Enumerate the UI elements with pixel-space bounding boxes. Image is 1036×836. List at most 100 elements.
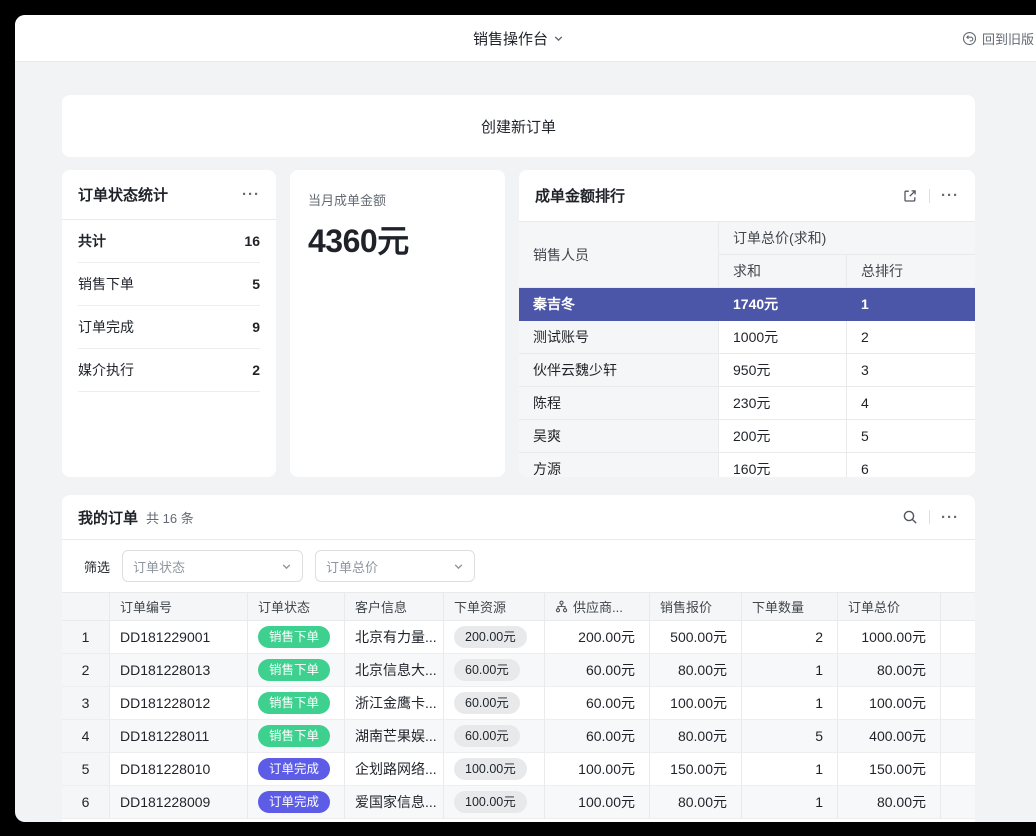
- order-status-filter-select[interactable]: 订单状态: [122, 550, 303, 582]
- orders-header-5[interactable]: 供应商...: [545, 593, 650, 621]
- ranking-row-person[interactable]: 秦吉冬: [519, 288, 719, 321]
- ranking-row-rank[interactable]: 1: [847, 288, 975, 321]
- ranking-row-sum[interactable]: 230元: [719, 387, 847, 420]
- qty-cell: 2: [742, 621, 838, 654]
- status-badge: 销售下单: [258, 692, 330, 714]
- orders-header-6[interactable]: 销售报价: [650, 593, 742, 621]
- status-row-value: 2: [252, 362, 260, 378]
- resource-cell: 100.00元: [444, 786, 545, 819]
- ranking-row-rank[interactable]: 6: [847, 453, 975, 477]
- ranking-row-sum[interactable]: 160元: [719, 453, 847, 477]
- ranking-row-person[interactable]: 伙伴云魏少轩: [519, 354, 719, 387]
- ranking-card-title: 成单金额排行: [535, 185, 625, 206]
- customer-cell: 北京有力量...: [345, 621, 444, 654]
- ranking-row-rank[interactable]: 2: [847, 321, 975, 354]
- relation-tree-icon: [555, 600, 568, 613]
- customer-cell: 浙江金鹰卡...: [345, 687, 444, 720]
- table-row[interactable]: 1DD181229001销售下单北京有力量...200.00元200.00元50…: [62, 621, 975, 654]
- table-row[interactable]: 6DD181228009订单完成爱国家信息...100.00元100.00元80…: [62, 786, 975, 819]
- order-status-stats-title: 订单状态统计: [78, 184, 168, 205]
- search-icon[interactable]: [902, 509, 918, 525]
- ranking-row-person[interactable]: 方源: [519, 453, 719, 477]
- quote-cell: 500.00元: [650, 621, 742, 654]
- status-row[interactable]: 销售下单5: [78, 263, 260, 306]
- extra-cell: [941, 654, 975, 687]
- row-index-cell: 6: [62, 786, 110, 819]
- resource-cell: 200.00元: [444, 621, 545, 654]
- ranking-row-sum[interactable]: 1000元: [719, 321, 847, 354]
- order-total-filter-placeholder: 订单总价: [326, 557, 378, 576]
- extra-cell: [941, 786, 975, 819]
- more-menu-icon[interactable]: ···: [242, 187, 260, 202]
- order-status-stats-header: 订单状态统计 ···: [62, 170, 276, 220]
- orders-header-2[interactable]: 订单状态: [248, 593, 345, 621]
- ranking-row-sum[interactable]: 1740元: [719, 288, 847, 321]
- order-no-cell: DD181229001: [110, 621, 248, 654]
- qty-cell: 1: [742, 786, 838, 819]
- ranking-table: 销售人员 订单总价(求和) 求和 总排行 秦吉冬1740元1测试账号1000元2…: [519, 222, 975, 477]
- qty-cell: 1: [742, 687, 838, 720]
- status-row-value: 9: [252, 319, 260, 335]
- orders-header-gutter: [62, 593, 110, 621]
- ranking-row-person[interactable]: 吴爽: [519, 420, 719, 453]
- resource-cell: 100.00元: [444, 753, 545, 786]
- total-cell: 400.00元: [838, 720, 941, 753]
- supplier-cell: 100.00元: [545, 753, 650, 786]
- ranking-row-person[interactable]: 陈程: [519, 387, 719, 420]
- open-external-icon[interactable]: [902, 188, 918, 204]
- more-menu-icon[interactable]: ···: [941, 510, 959, 525]
- table-row[interactable]: 2DD181228013销售下单北京信息大...60.00元60.00元80.0…: [62, 654, 975, 687]
- workspace-switcher[interactable]: 销售操作台: [15, 15, 1029, 62]
- more-menu-icon[interactable]: ···: [941, 188, 959, 203]
- ranking-row-person[interactable]: 测试账号: [519, 321, 719, 354]
- back-to-old-version-label: 回到旧版: [982, 29, 1034, 48]
- ranking-row-sum[interactable]: 200元: [719, 420, 847, 453]
- orders-header-4[interactable]: 下单资源: [444, 593, 545, 621]
- top-bar: 销售操作台 回到旧版: [15, 15, 1036, 62]
- orders-header-8[interactable]: 订单总价: [838, 593, 941, 621]
- order-status-cell: 订单完成: [248, 753, 345, 786]
- total-cell: 80.00元: [838, 786, 941, 819]
- my-orders-card: 我的订单 共 16 条 ··· 筛选 订单状态 订单总价 订单编号订单状态客户信…: [62, 495, 975, 822]
- resource-badge: 100.00元: [454, 758, 527, 780]
- orders-table-header: 订单编号订单状态客户信息下单资源 供应商... 销售报价下单数量订单总价: [62, 592, 975, 621]
- orders-header-3[interactable]: 客户信息: [345, 593, 444, 621]
- filter-label: 筛选: [84, 557, 110, 576]
- orders-header-7[interactable]: 下单数量: [742, 593, 838, 621]
- ranking-row-rank[interactable]: 3: [847, 354, 975, 387]
- table-row[interactable]: 4DD181228011销售下单湖南芒果娱...60.00元60.00元80.0…: [62, 720, 975, 753]
- status-row-label: 订单完成: [78, 317, 134, 337]
- supplier-cell: 200.00元: [545, 621, 650, 654]
- orders-header-1[interactable]: 订单编号: [110, 593, 248, 621]
- status-badge: 订单完成: [258, 758, 330, 780]
- order-no-cell: DD181228009: [110, 786, 248, 819]
- order-no-cell: DD181228012: [110, 687, 248, 720]
- quote-cell: 80.00元: [650, 786, 742, 819]
- monthly-amount-card: 当月成单金额 4360元: [290, 170, 505, 477]
- table-row[interactable]: 5DD181228010订单完成企划路网络...100.00元100.00元15…: [62, 753, 975, 786]
- ranking-row-sum[interactable]: 950元: [719, 354, 847, 387]
- status-row[interactable]: 媒介执行2: [78, 349, 260, 392]
- my-orders-count: 共 16 条: [146, 508, 194, 527]
- divider: [929, 510, 930, 524]
- row-index-cell: 3: [62, 687, 110, 720]
- table-row[interactable]: 3DD181228012销售下单浙江金鹰卡...60.00元60.00元100.…: [62, 687, 975, 720]
- status-row[interactable]: 订单完成 9: [78, 306, 260, 349]
- quote-cell: 80.00元: [650, 720, 742, 753]
- ranking-row-rank[interactable]: 4: [847, 387, 975, 420]
- back-to-old-version-button[interactable]: 回到旧版: [962, 15, 1034, 62]
- status-row[interactable]: 共计16: [78, 220, 260, 263]
- extra-cell: [941, 621, 975, 654]
- extra-cell: [941, 753, 975, 786]
- ranking-col-group: 订单总价(求和): [719, 222, 975, 255]
- order-status-list: 共计16销售下单5 订单完成 9 媒介执行2: [62, 220, 276, 392]
- create-order-button[interactable]: 创建新订单: [62, 95, 975, 157]
- orders-header-label: 供应商...: [573, 597, 623, 616]
- ranking-row-rank[interactable]: 5: [847, 420, 975, 453]
- status-row-value: 16: [244, 233, 260, 249]
- resource-badge: 60.00元: [454, 692, 520, 714]
- customer-cell: 湖南芒果娱...: [345, 720, 444, 753]
- chevron-down-icon: [453, 561, 464, 572]
- order-total-filter-select[interactable]: 订单总价: [315, 550, 475, 582]
- create-order-label: 创建新订单: [481, 116, 556, 137]
